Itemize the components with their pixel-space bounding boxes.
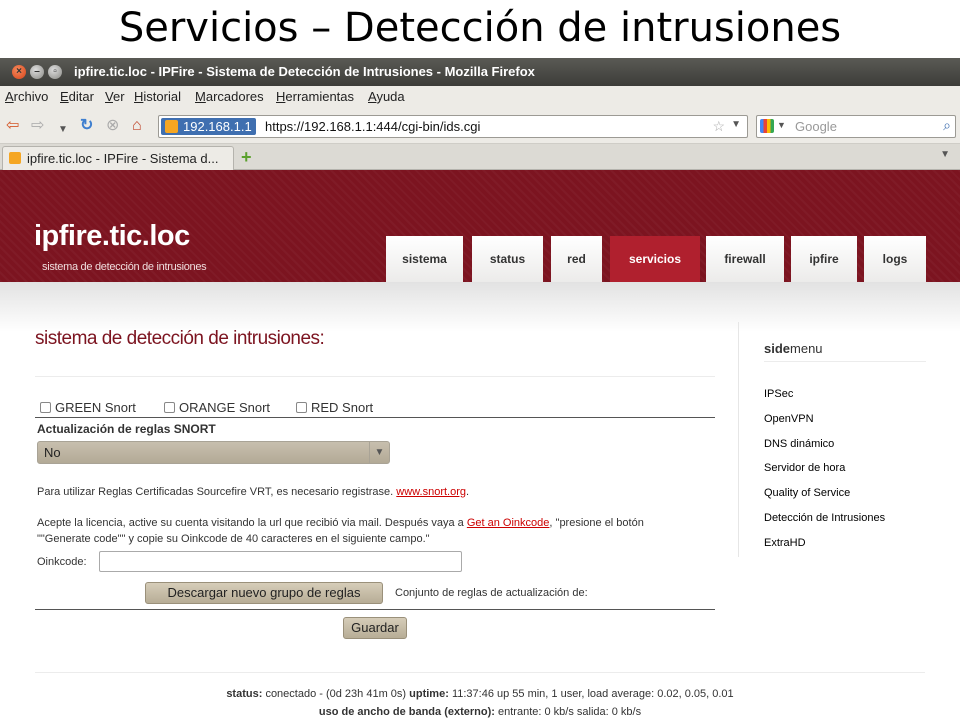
save-button[interactable]: Guardar	[343, 617, 407, 639]
sidemenu-item-deteccion-de-intrusiones[interactable]: Detección de Intrusiones	[764, 512, 885, 524]
download-rules-button[interactable]: Descargar nuevo grupo de reglas	[145, 582, 383, 604]
window-minimize-button[interactable]: –	[30, 65, 44, 79]
footer-bandwidth: uso de ancho de banda (externo): entrant…	[318, 706, 642, 718]
divider	[35, 376, 715, 377]
search-placeholder: Google	[795, 119, 837, 134]
sidemenu-item-quality-of-service[interactable]: Quality of Service	[764, 487, 850, 499]
url-dropdown-icon[interactable]: ▼	[731, 119, 741, 130]
update-rules-label: Actualización de reglas SNORT	[37, 422, 216, 436]
web-page: ipfire.tic.loc sistema de detección de i…	[0, 170, 960, 720]
checkbox-box[interactable]	[40, 402, 51, 413]
window-maximize-button[interactable]: ▫	[48, 65, 62, 79]
ruleset-label: Conjunto de reglas de actualización de:	[395, 587, 588, 599]
window-titlebar: × – ▫ ipfire.tic.loc - IPFire - Sistema …	[0, 58, 960, 86]
home-icon[interactable]: ⌂	[132, 117, 142, 135]
oinkcode-instructions: Acepte la licencia, active su cuenta vis…	[37, 517, 644, 545]
divider	[764, 361, 926, 362]
nav-logs[interactable]: logs	[864, 236, 926, 282]
menu-marcadores[interactable]: Marcadores	[195, 89, 264, 104]
search-bar[interactable]: ▼ Google ⌕	[756, 115, 956, 138]
page-title: sistema de detección de intrusiones:	[35, 328, 325, 349]
slide-title: Servicios – Detección de intrusiones	[118, 5, 842, 51]
window-close-button[interactable]: ×	[12, 65, 26, 79]
checkbox-orange-snort[interactable]: ORANGE Snort	[164, 400, 270, 415]
sidemenu-item-openvpn[interactable]: OpenVPN	[764, 413, 814, 425]
new-tab-icon[interactable]: +	[241, 147, 252, 168]
bookmark-star-icon[interactable]: ☆	[712, 118, 725, 135]
nav-ipfire[interactable]: ipfire	[791, 236, 857, 282]
menubar: Archivo Editar Ver Historial Marcadores …	[0, 86, 960, 108]
sidemenu-item-ipsec[interactable]: IPSec	[764, 388, 793, 400]
oinkcode-input[interactable]	[99, 551, 462, 572]
nav-firewall[interactable]: firewall	[706, 236, 784, 282]
search-engine-dropdown-icon[interactable]: ▼	[777, 120, 786, 130]
tab-favicon-icon	[9, 152, 21, 164]
checkbox-red-snort[interactable]: RED Snort	[296, 400, 373, 415]
url-text: https://192.168.1.1:444/cgi-bin/ids.cgi	[265, 119, 481, 134]
browser-tab[interactable]: ipfire.tic.loc - IPFire - Sistema d...	[2, 146, 234, 170]
footer-status: status: conectado - (0d 23h 41m 0s) upti…	[226, 688, 734, 700]
history-dropdown-icon[interactable]: ▼	[58, 121, 68, 139]
tab-title: ipfire.tic.loc - IPFire - Sistema d...	[27, 151, 219, 166]
back-icon[interactable]: ⇦	[6, 117, 19, 135]
update-rules-select[interactable]: No ▼	[37, 441, 390, 464]
nav-servicios[interactable]: servicios	[610, 236, 700, 282]
search-engine-icon[interactable]	[760, 119, 774, 133]
checkbox-box[interactable]	[296, 402, 307, 413]
nav-sistema[interactable]: sistema	[386, 236, 463, 282]
vrt-info-text: Para utilizar Reglas Certificadas Source…	[37, 486, 470, 498]
menu-editar[interactable]: Editar	[60, 89, 94, 104]
sidemenu-item-extrahd[interactable]: ExtraHD	[764, 537, 806, 549]
tab-bar: ipfire.tic.loc - IPFire - Sistema d... +…	[0, 144, 960, 170]
site-identity-button[interactable]: 192.168.1.1	[161, 118, 256, 135]
divider	[35, 609, 715, 610]
checkbox-box[interactable]	[164, 402, 175, 413]
site-favicon-icon	[165, 120, 178, 133]
checkbox-green-snort[interactable]: GREEN Snort	[40, 400, 136, 415]
sidemenu-item-servidor-de-hora[interactable]: Servidor de hora	[764, 462, 845, 474]
get-oinkcode-link[interactable]: Get an Oinkcode	[467, 517, 550, 529]
sidemenu-item-dns-dinamico[interactable]: DNS dinámico	[764, 438, 834, 450]
reload-icon[interactable]: ↻	[80, 117, 93, 135]
menu-ayuda[interactable]: Ayuda	[368, 89, 405, 104]
sidebar-divider	[738, 322, 739, 557]
update-rules-value: No	[44, 445, 61, 460]
window-title: ipfire.tic.loc - IPFire - Sistema de Det…	[74, 64, 535, 79]
stop-icon[interactable]: ⊗	[106, 117, 119, 135]
nav-status[interactable]: status	[472, 236, 543, 282]
chevron-down-icon[interactable]: ▼	[369, 442, 389, 463]
snort-link[interactable]: www.snort.org	[396, 486, 466, 498]
sidemenu-title: sidemenu	[764, 341, 823, 356]
divider	[35, 672, 925, 673]
search-icon[interactable]: ⌕	[943, 117, 951, 134]
site-logo[interactable]: ipfire.tic.loc	[34, 220, 190, 253]
menu-ver[interactable]: Ver	[105, 89, 125, 104]
tab-list-dropdown-icon[interactable]: ▼	[940, 149, 950, 160]
menu-archivo[interactable]: Archivo	[5, 89, 48, 104]
forward-icon[interactable]: ⇨	[31, 117, 44, 135]
navigation-toolbar: ⇦ ⇨ ▼ ↻ ⊗ ⌂ 192.168.1.1 https://192.168.…	[0, 108, 960, 144]
site-header: ipfire.tic.loc sistema de detección de i…	[0, 170, 960, 332]
menu-historial[interactable]: Historial	[134, 89, 181, 104]
site-subtitle: sistema de detección de intrusiones	[42, 261, 207, 273]
menu-herramientas[interactable]: Herramientas	[276, 89, 354, 104]
oinkcode-label: Oinkcode:	[37, 556, 87, 568]
divider	[35, 417, 715, 418]
nav-red[interactable]: red	[551, 236, 602, 282]
url-bar[interactable]: 192.168.1.1 https://192.168.1.1:444/cgi-…	[158, 115, 748, 138]
